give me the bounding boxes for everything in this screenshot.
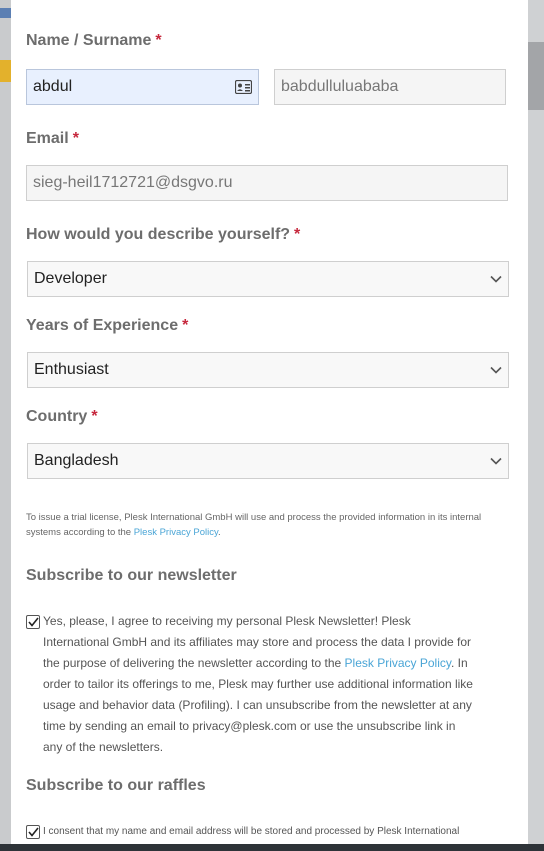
name-label: Name / Surname * — [26, 32, 162, 49]
chevron-down-icon — [490, 457, 502, 465]
country-label: Country * — [26, 408, 98, 425]
contact-card-icon[interactable] — [235, 80, 252, 94]
first-name-input[interactable]: abdul — [26, 69, 259, 105]
first-name-value: abdul — [33, 78, 73, 95]
describe-select[interactable]: Developer — [27, 261, 509, 297]
required-mark: * — [91, 408, 98, 425]
newsletter-consent-text: Yes, please, I agree to receiving my per… — [43, 614, 473, 754]
raffles-title: Subscribe to our raffles — [26, 777, 206, 794]
checkmark-icon — [27, 617, 39, 627]
raffles-consent-text: I consent that my name and email address… — [43, 826, 460, 837]
surname-value: babdulluluababa — [281, 78, 399, 95]
describe-label: How would you describe yourself? * — [26, 226, 301, 243]
background-accent-blue — [0, 8, 11, 18]
chevron-down-icon — [490, 275, 502, 283]
required-mark: * — [182, 317, 189, 334]
background-page-right — [528, 0, 544, 851]
trial-signup-form: Name / Surname * abdul babdulluluababa Em… — [11, 0, 528, 844]
privacy-notice: To issue a trial license, Plesk Internat… — [26, 512, 482, 538]
privacy-policy-link[interactable]: Plesk Privacy Policy — [134, 527, 218, 538]
country-selected: Bangladesh — [34, 452, 119, 469]
required-mark: * — [294, 226, 301, 243]
country-select[interactable]: Bangladesh — [27, 443, 509, 479]
experience-label: Years of Experience * — [26, 317, 189, 334]
surname-input[interactable]: babdulluluababa — [274, 69, 506, 105]
email-input[interactable]: sieg-heil1712721@dsgvo.ru — [26, 165, 508, 201]
newsletter-title: Subscribe to our newsletter — [26, 567, 237, 584]
required-mark: * — [155, 32, 162, 49]
raffles-checkbox[interactable] — [26, 825, 40, 839]
background-accent-yellow — [0, 60, 11, 82]
experience-select[interactable]: Enthusiast — [27, 352, 509, 388]
chevron-down-icon — [490, 366, 502, 374]
background-accent-gray — [528, 42, 544, 110]
required-mark: * — [72, 130, 79, 147]
email-label: Email * — [26, 130, 79, 147]
newsletter-checkbox[interactable] — [26, 615, 40, 629]
taskbar-edge — [0, 844, 544, 851]
describe-selected: Developer — [34, 270, 107, 287]
checkmark-icon — [27, 827, 39, 837]
background-page-left — [0, 0, 11, 851]
experience-selected: Enthusiast — [34, 361, 109, 378]
email-value: sieg-heil1712721@dsgvo.ru — [33, 174, 233, 191]
newsletter-privacy-link[interactable]: Plesk Privacy Policy — [345, 656, 451, 670]
